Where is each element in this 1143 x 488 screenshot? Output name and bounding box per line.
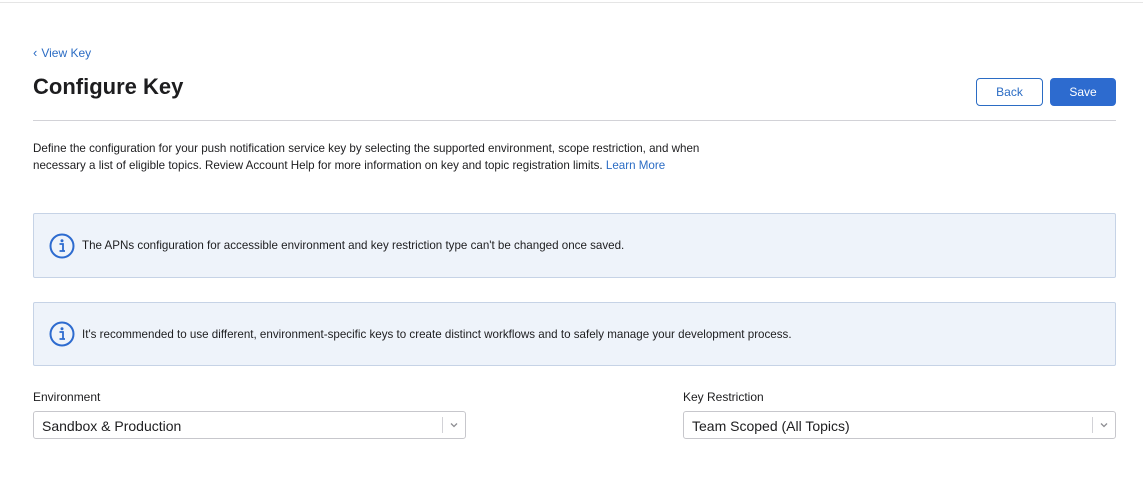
chevron-down-icon (450, 423, 458, 428)
view-key-link[interactable]: ‹ View Key (33, 45, 91, 60)
back-button[interactable]: Back (976, 78, 1043, 106)
notice-environment-keys: It's recommended to use different, envir… (33, 302, 1116, 366)
info-icon (49, 321, 75, 347)
notice-text: The APNs configuration for accessible en… (82, 239, 625, 252)
description: Define the configuration for your push n… (33, 140, 713, 174)
select-separator (1092, 417, 1093, 433)
key-restriction-label: Key Restriction (683, 390, 764, 404)
notice-config-locked: The APNs configuration for accessible en… (33, 213, 1116, 278)
chevron-down-icon (1100, 423, 1108, 428)
learn-more-link[interactable]: Learn More (606, 159, 665, 172)
page-title: Configure Key (33, 74, 184, 99)
header-divider (33, 120, 1116, 121)
top-border (0, 2, 1143, 3)
environment-select[interactable]: Sandbox & Production (33, 411, 466, 439)
key-restriction-value: Team Scoped (All Topics) (692, 418, 850, 434)
key-restriction-select[interactable]: Team Scoped (All Topics) (683, 411, 1116, 439)
select-separator (442, 417, 443, 433)
chevron-left-icon: ‹ (33, 45, 38, 60)
save-button[interactable]: Save (1050, 78, 1116, 106)
view-key-label: View Key (41, 46, 92, 60)
info-icon (49, 233, 75, 258)
notice-text: It's recommended to use different, envir… (82, 327, 792, 341)
environment-value: Sandbox & Production (42, 418, 182, 434)
description-text: Define the configuration for your push n… (33, 142, 700, 172)
environment-label: Environment (33, 390, 101, 404)
